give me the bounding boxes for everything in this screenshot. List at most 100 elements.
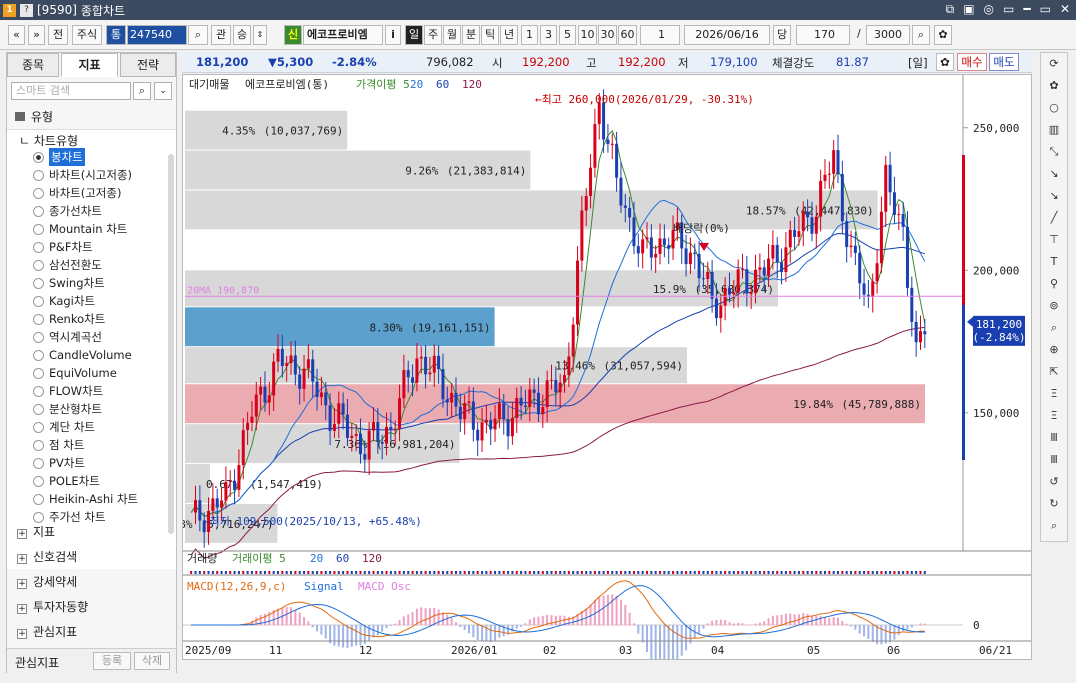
tab-indicator[interactable]: 지표 — [61, 53, 118, 77]
jeon-button[interactable]: 전 — [48, 25, 68, 45]
group-item[interactable]: + 강세약세 — [17, 571, 77, 593]
chart-type-item[interactable]: 점 차트 — [49, 436, 84, 454]
radio-3[interactable] — [33, 206, 44, 217]
drawing-tool-icon[interactable]: ╱ — [1041, 211, 1067, 224]
drawing-tool-icon[interactable]: Ξ — [1041, 387, 1067, 400]
drawing-tool-icon[interactable]: ↘ — [1041, 189, 1067, 202]
spin-icon[interactable]: ⇕ — [253, 25, 267, 45]
stock-code-input[interactable]: 247540 — [127, 25, 187, 45]
next-stock-button[interactable]: » — [28, 25, 45, 45]
radio-19[interactable] — [33, 494, 44, 505]
scrollbar[interactable] — [168, 154, 174, 534]
minute-30-button[interactable]: 30 — [598, 25, 617, 45]
minute-60-button[interactable]: 60 — [618, 25, 637, 45]
drawing-tool-icon[interactable]: ⇱ — [1041, 365, 1067, 378]
register-button[interactable]: 등록 — [93, 652, 131, 670]
restore-icon[interactable]: ▭ — [1003, 2, 1014, 17]
chart-type-item[interactable]: Heikin-Ashi 차트 — [49, 490, 138, 508]
radio-15[interactable] — [33, 422, 44, 433]
period-month-button[interactable]: 월 — [443, 25, 461, 45]
drawing-tool-icon[interactable]: ⟳ — [1041, 57, 1067, 70]
chart-type-item[interactable]: 역시계곡선 — [49, 328, 102, 346]
drawing-tool-icon[interactable]: ✿ — [1041, 79, 1067, 92]
seung-button[interactable]: 승 — [233, 25, 251, 45]
radio-13[interactable] — [33, 386, 44, 397]
group-item[interactable]: + 투자자동향 — [17, 596, 88, 618]
info-icon[interactable]: i — [385, 25, 401, 45]
kwan-button[interactable]: 관 — [211, 25, 231, 45]
period-tick-button[interactable]: 틱 — [481, 25, 499, 45]
chart-type-item[interactable]: 삼선전환도 — [49, 256, 102, 274]
drawing-tool-icon[interactable]: Ξ — [1041, 409, 1067, 422]
period-year-button[interactable]: 년 — [500, 25, 518, 45]
radio-18[interactable] — [33, 476, 44, 487]
minimize-icon[interactable]: ━ — [1023, 2, 1030, 17]
tong-button[interactable]: 통 — [106, 25, 126, 45]
period-day-button[interactable]: 일 — [405, 25, 423, 45]
chart-type-item[interactable]: Kagi차트 — [49, 292, 95, 310]
drawing-tool-icon[interactable]: ⤡ — [1041, 145, 1067, 159]
radio-6[interactable] — [33, 260, 44, 271]
chart-type-item[interactable]: EquiVolume — [49, 364, 117, 382]
drawing-tool-icon[interactable]: ⊚ — [1041, 299, 1067, 312]
count-select[interactable]: 1 — [640, 25, 680, 45]
smart-search-input[interactable]: 스마트 검색 — [11, 82, 131, 100]
radio-5[interactable] — [33, 242, 44, 253]
radio-16[interactable] — [33, 440, 44, 451]
radio-17[interactable] — [33, 458, 44, 469]
chart-type-item[interactable]: Renko차트 — [49, 310, 105, 328]
delete-button[interactable]: 삭제 — [134, 652, 170, 670]
radio-11[interactable] — [33, 350, 44, 361]
expand-icon[interactable]: + — [17, 629, 27, 639]
radio-1[interactable] — [33, 170, 44, 181]
date-input[interactable]: 2026/06/16 — [684, 25, 770, 45]
chart-type-item[interactable]: POLE차트 — [49, 472, 100, 490]
chart-type-item[interactable]: Swing차트 — [49, 274, 105, 292]
radio-12[interactable] — [33, 368, 44, 379]
drawing-tool-icon[interactable]: ⊕ — [1041, 343, 1067, 356]
buy-button[interactable]: 매수 — [957, 53, 987, 71]
settings-gear-icon[interactable]: ✿ — [934, 25, 952, 45]
close-icon[interactable]: ✕ — [1060, 2, 1070, 17]
sell-button[interactable]: 매도 — [989, 53, 1019, 71]
minute-10-button[interactable]: 10 — [578, 25, 597, 45]
group-item[interactable]: + 신호검색 — [17, 546, 77, 568]
save-icon[interactable]: ▣ — [963, 2, 974, 17]
expand-icon[interactable]: + — [17, 554, 27, 564]
chart-type-item[interactable]: Mountain 차트 — [49, 220, 127, 238]
chart-type-item[interactable]: 종가선차트 — [49, 202, 102, 220]
maximize-icon[interactable]: ▭ — [1040, 2, 1051, 17]
radio-2[interactable] — [33, 188, 44, 199]
chevron-down-icon[interactable]: ⌄ — [154, 82, 172, 100]
radio-14[interactable] — [33, 404, 44, 415]
chart-type-item[interactable]: 계단 차트 — [49, 418, 95, 436]
drawing-tool-icon[interactable]: T — [1041, 255, 1067, 268]
drawing-tool-icon[interactable]: ○ — [1041, 101, 1067, 114]
period-minute-button[interactable]: 분 — [462, 25, 480, 45]
chart-type-item[interactable]: 바차트(고저종) — [49, 184, 121, 202]
link-icon[interactable]: ⧉ — [946, 2, 955, 17]
radio-0[interactable] — [33, 152, 44, 163]
drawing-tool-icon[interactable]: ▥ — [1041, 123, 1067, 136]
drawing-tool-icon[interactable]: ↺ — [1041, 475, 1067, 488]
chart-type-item[interactable]: 바차트(시고저종) — [49, 166, 132, 184]
drawing-tool-icon[interactable]: ↻ — [1041, 497, 1067, 510]
expand-icon[interactable]: + — [17, 604, 27, 614]
drawing-tool-icon[interactable]: Ⅲ — [1041, 453, 1067, 466]
period-week-button[interactable]: 주 — [424, 25, 442, 45]
chart-type-item[interactable]: P&F차트 — [49, 238, 93, 256]
drawing-tool-icon[interactable]: ⌕ — [1041, 519, 1067, 533]
drawing-tool-icon[interactable]: Ⅲ — [1041, 431, 1067, 444]
prev-stock-button[interactable]: « — [8, 25, 25, 45]
radio-7[interactable] — [33, 278, 44, 289]
radio-8[interactable] — [33, 296, 44, 307]
chart-type-item[interactable]: 분산형차트 — [49, 400, 102, 418]
chart-area[interactable]: 대기매물 에코프로비엠(통) 가격이평 5 20 60 120 4.35% (10,037,7… — [182, 74, 1032, 660]
market-select[interactable]: 주식 — [72, 25, 102, 45]
dang-button[interactable]: 당 — [773, 25, 791, 45]
tree-root[interactable]: 유형 — [15, 108, 53, 125]
drawing-tool-icon[interactable]: ⚲ — [1041, 277, 1067, 290]
minute-5-button[interactable]: 5 — [559, 25, 576, 45]
radio-10[interactable] — [33, 332, 44, 343]
bar-count-input[interactable]: 170 — [796, 25, 850, 45]
